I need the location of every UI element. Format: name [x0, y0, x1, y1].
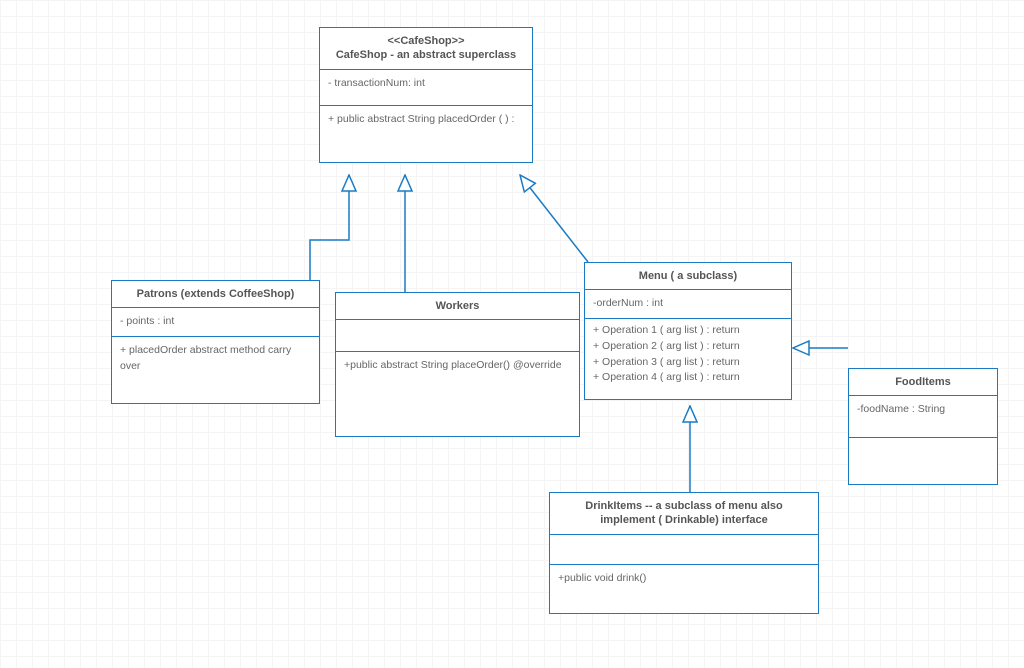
- class-title: DrinkItems -- a subclass of menu also im…: [550, 493, 818, 535]
- op4: + Operation 4 ( arg list ) : return: [593, 370, 783, 386]
- op2: + Operation 2 ( arg list ) : return: [593, 339, 783, 355]
- op1: + Operation 1 ( arg list ) : return: [593, 323, 783, 339]
- uml-class-menu[interactable]: Menu ( a subclass) -orderNum : int + Ope…: [584, 262, 792, 400]
- attributes: - transactionNum: int: [320, 70, 532, 106]
- operations: +public abstract String placeOrder() @ov…: [336, 352, 579, 436]
- operations: + Operation 1 ( arg list ) : return + Op…: [585, 319, 791, 399]
- uml-class-workers[interactable]: Workers +public abstract String placeOrd…: [335, 292, 580, 437]
- class-title: <<CafeShop>> CafeShop - an abstract supe…: [320, 28, 532, 70]
- attributes: [550, 535, 818, 565]
- class-title: Patrons (extends CoffeeShop): [112, 281, 319, 308]
- operations: +public void drink(): [550, 565, 818, 613]
- uml-class-cafeshop[interactable]: <<CafeShop>> CafeShop - an abstract supe…: [319, 27, 533, 163]
- operations: + placedOrder abstract method carry over: [112, 337, 319, 403]
- attributes: [336, 320, 579, 352]
- attributes: -orderNum : int: [585, 290, 791, 319]
- class-name: CafeShop - an abstract superclass: [336, 49, 516, 61]
- uml-class-patrons[interactable]: Patrons (extends CoffeeShop) - points : …: [111, 280, 320, 404]
- operations: + public abstract String placedOrder ( )…: [320, 106, 532, 162]
- op3: + Operation 3 ( arg list ) : return: [593, 355, 783, 371]
- uml-class-fooditems[interactable]: FoodItems -foodName : String: [848, 368, 998, 485]
- class-title: Workers: [336, 293, 579, 320]
- class-title: Menu ( a subclass): [585, 263, 791, 290]
- class-title: FoodItems: [849, 369, 997, 396]
- uml-class-drinkitems[interactable]: DrinkItems -- a subclass of menu also im…: [549, 492, 819, 614]
- operations: [849, 438, 997, 484]
- attributes: - points : int: [112, 308, 319, 337]
- stereotype: <<CafeShop>>: [387, 35, 464, 47]
- attributes: -foodName : String: [849, 396, 997, 438]
